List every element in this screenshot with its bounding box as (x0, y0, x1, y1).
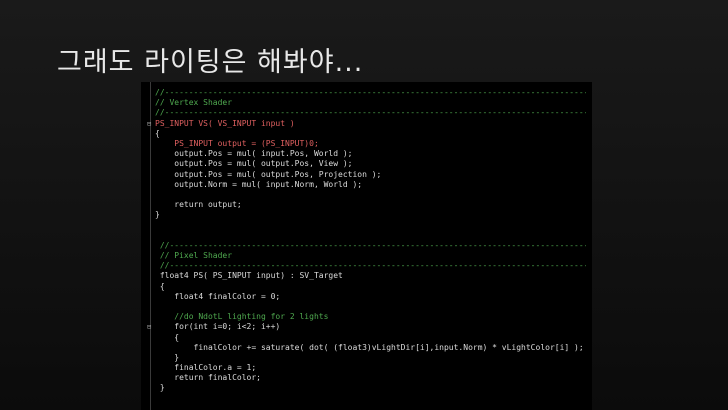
code-line: //--------------------------------------… (141, 261, 592, 271)
code-line: ⊟ PS_INPUT VS( VS_INPUT input ) (141, 119, 592, 129)
code-line: } (141, 210, 592, 220)
code-text: } (155, 352, 180, 362)
code-text: } (155, 210, 160, 220)
code-screenshot: //--------------------------------------… (141, 82, 592, 410)
code-line: float4 finalColor = 0; (141, 292, 592, 302)
slide-title: 그래도 라이팅은 해봐야... (57, 47, 364, 78)
code-text: for(int i=0; i<2; i++) (155, 322, 281, 332)
code-line: //do NdotL lighting for 2 lights (141, 312, 592, 322)
code-line: //--------------------------------------… (141, 241, 592, 251)
code-text: finalColor.a = 1; (155, 363, 257, 373)
code-line: output.Pos = mul( output.Pos, View ); (141, 159, 592, 169)
fold-toggle-icon: ⊟ (147, 323, 152, 332)
code-text: output.Pos = mul( input.Pos, World ); (155, 149, 353, 159)
code-line: return output; (141, 200, 592, 210)
code-line: PS_INPUT output = (PS_INPUT)0; (141, 139, 592, 149)
code-line: output.Pos = mul( output.Pos, Projection… (141, 170, 592, 180)
code-text: PS_INPUT VS( VS_INPUT input ) (155, 118, 295, 128)
code-line: finalColor.a = 1; (141, 363, 592, 373)
code-line: float4 PS( PS_INPUT input) : SV_Target (141, 271, 592, 281)
code-line: { (141, 282, 592, 292)
fold-toggle-icon: ⊟ (147, 119, 152, 128)
code-line: // Vertex Shader (141, 98, 592, 108)
code-line: output.Pos = mul( input.Pos, World ); (141, 149, 592, 159)
code-line: } (141, 383, 592, 393)
code-line: output.Norm = mul( input.Norm, World ); (141, 180, 592, 190)
code-text: finalColor += saturate( dot( (float3)vLi… (155, 342, 584, 352)
code-text: output.Norm = mul( input.Norm, World ); (155, 179, 363, 189)
code-text: //do NdotL lighting for 2 lights (155, 312, 329, 322)
code-line: ⊟ for(int i=0; i<2; i++) (141, 322, 592, 332)
code-line: //--------------------------------------… (141, 108, 592, 118)
code-text: return output; (155, 200, 242, 210)
code-text: { (155, 281, 165, 291)
code-text: //--------------------------------------… (155, 108, 586, 118)
code-text: //--------------------------------------… (155, 261, 586, 271)
code-text: float4 finalColor = 0; (155, 291, 281, 301)
code-line: // Pixel Shader (141, 251, 592, 261)
code-text: //--------------------------------------… (155, 240, 586, 250)
code-line: //--------------------------------------… (141, 88, 592, 98)
code-text: // Vertex Shader (155, 98, 233, 108)
code-text: output.Pos = mul( output.Pos, View ); (155, 159, 353, 169)
code-text: // Pixel Shader (155, 251, 233, 260)
code-text: PS_INPUT output = (PS_INPUT)0; (155, 138, 319, 148)
code-text: } (155, 383, 165, 393)
code-listing: //--------------------------------------… (141, 88, 592, 394)
code-text: float4 PS( PS_INPUT input) : SV_Target (155, 271, 343, 281)
code-line: return finalColor; (141, 373, 592, 383)
code-text: return finalColor; (155, 373, 261, 383)
code-text: { (155, 128, 160, 138)
code-line: finalColor += saturate( dot( (float3)vLi… (141, 343, 592, 353)
code-text: { (155, 332, 180, 342)
code-text: output.Pos = mul( output.Pos, Projection… (155, 169, 382, 179)
code-line: } (141, 353, 592, 363)
code-line: { (141, 333, 592, 343)
code-line: { (141, 129, 592, 139)
code-text: //--------------------------------------… (155, 88, 586, 97)
